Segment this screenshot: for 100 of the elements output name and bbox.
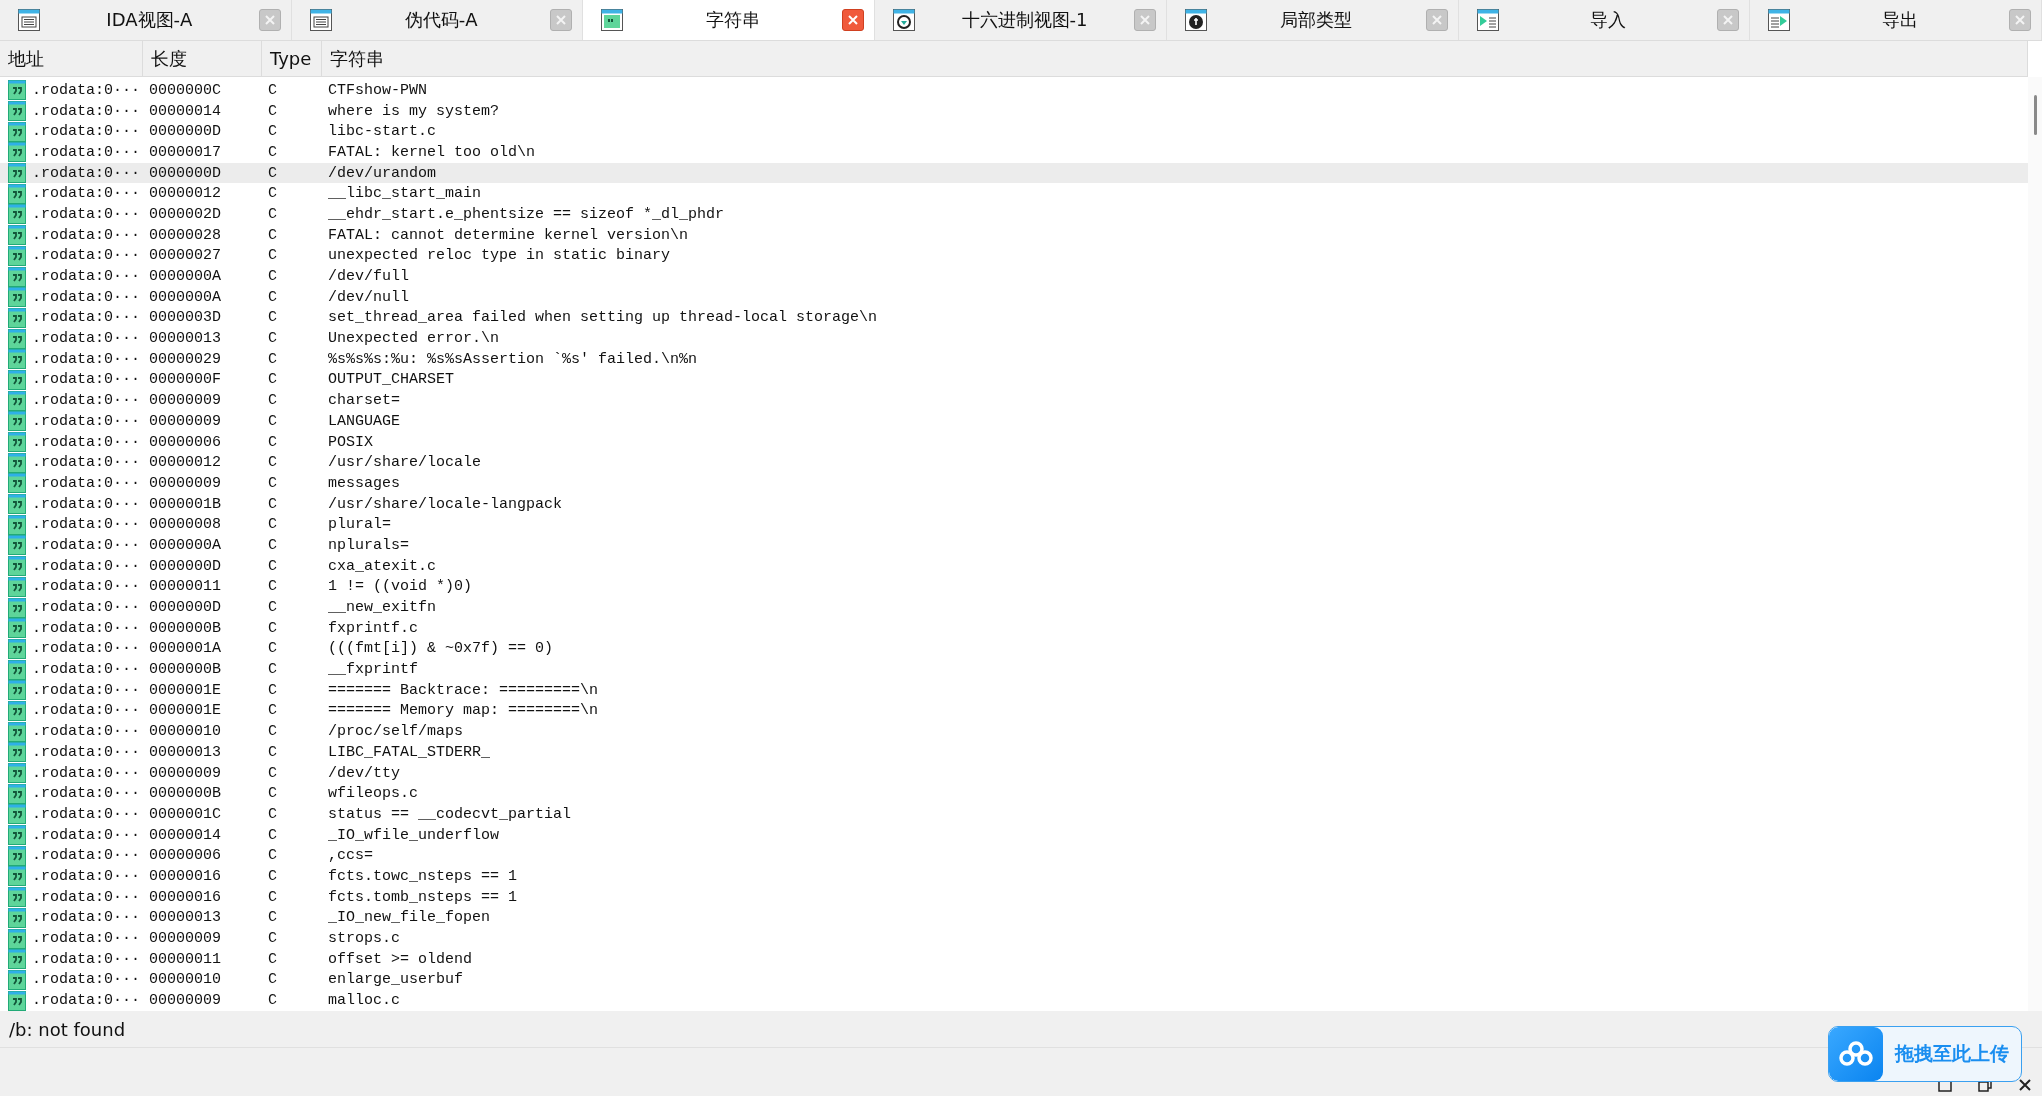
table-cell: .rodata:0··· [32,785,141,803]
quote-icon [8,473,26,494]
table-row[interactable]: .rodata:0··· 0000002D C __ehdr_start.e_phentsize == sizeof *_dl_phdr [0,204,2028,225]
table-cell-text: C [267,309,278,327]
table-cell-text: 00000014 [148,826,222,844]
table-row[interactable]: .rodata:0··· 00000009 C charset= [0,390,2028,411]
column-header[interactable]: 长度 [143,41,262,76]
table-row[interactable]: .rodata:0··· 00000017 C FATAL: kernel too old\n [0,142,2028,163]
table-row[interactable]: .rodata:0··· 0000001B C /usr/share/locale-langpack [0,493,2028,515]
table-row[interactable]: .rodata:0··· 0000000B C fxprintf.c [0,617,2028,639]
table-row[interactable]: .rodata:0··· 00000011 C 1 != ((void *)0) [0,576,2028,598]
table-cell-text: 00000009 [148,412,222,430]
table-row[interactable]: .rodata:0··· 00000010 C enlarge_userbuf [0,969,2028,991]
column-header[interactable]: 字符串 [322,41,2028,76]
table-cell-text: C [267,661,278,679]
table-row[interactable]: .rodata:0··· 00000013 C _IO_new_file_fopen [0,907,2028,929]
table-row[interactable]: .rodata:0··· 00000011 C offset >= oldend [0,948,2028,970]
table-row[interactable]: .rodata:0··· 0000000B C wfileops.c [0,783,2028,805]
table-row[interactable]: .rodata:0··· 00000006 C ,ccs= [0,845,2028,867]
table-cell-text: C [267,599,278,617]
table-cell-text: 0000001B [148,495,222,513]
table-row[interactable]: .rodata:0··· 00000013 C LIBC_FATAL_STDERR_ [0,742,2028,763]
table-row[interactable]: .rodata:0··· 0000000F C OUTPUT_CHARSET [0,369,2028,391]
table-row[interactable]: .rodata:0··· 0000001E C ======= Backtrace: =========\n [0,679,2028,701]
table-row[interactable]: .rodata:0··· 0000000A C /dev/full [0,266,2028,287]
table-row[interactable]: .rodata:0··· 00000013 C Unexpected error.\n [0,328,2028,349]
table-cell-text: unexpected reloc type in static binary [327,247,672,265]
tab[interactable]: 字符串 [583,0,876,40]
table-row[interactable]: .rodata:0··· 00000009 C strops.c [0,928,2028,949]
table-row[interactable]: .rodata:0··· 00000008 C plural= [0,514,2028,536]
table-cell-text: libc-start.c [327,123,438,141]
table-cell-text: 00000017 [148,143,222,161]
table-cell-text: 00000010 [148,723,222,741]
table-row[interactable]: .rodata:0··· 0000000D C /dev/urandom [0,162,2028,184]
table-row[interactable]: .rodata:0··· 00000014 C _IO_wfile_underflow [0,824,2028,846]
table-cell-text: ======= Backtrace: =========\n [327,681,600,699]
table-row[interactable]: .rodata:0··· 00000009 C messages [0,473,2028,494]
upload-label: 拖拽至此上传 [1895,1041,2009,1066]
table-cell-text: __fxprintf [327,661,419,679]
quote-icon [8,742,26,763]
quote-icon [8,866,26,887]
table-cell: .rodata:0··· [32,226,141,244]
column-header[interactable]: 地址 [0,41,143,76]
table-cell: .rodata:0··· [32,454,141,472]
table-cell-text: 00000009 [148,392,222,410]
table-cell-text: charset= [327,392,401,410]
table-row[interactable]: .rodata:0··· 0000000B C __fxprintf [0,659,2028,680]
quote-icon [8,907,26,928]
table-cell: .rodata:0··· [32,599,141,617]
table-row[interactable]: .rodata:0··· 0000000A C /dev/null [0,286,2028,308]
table-row[interactable]: .rodata:0··· 00000009 C /dev/tty [0,762,2028,784]
table-cell-text: 0000000B [148,661,222,679]
table-row[interactable]: .rodata:0··· 00000029 C %s%s%s:%u: %s%sAssertion `%s' failed.\n%n [0,348,2028,370]
table-row[interactable]: .rodata:0··· 00000006 C POSIX [0,431,2028,453]
table-row[interactable]: .rodata:0··· 0000000D C cxa_atexit.c [0,555,2028,577]
table-row[interactable]: .rodata:0··· 00000012 C __libc_start_main [0,183,2028,205]
table-row[interactable]: .rodata:0··· 00000010 C /proc/self/maps [0,721,2028,742]
table-row[interactable]: .rodata:0··· 0000000A C nplurals= [0,535,2028,556]
table-cell-text: C [267,350,278,368]
table-row[interactable]: .rodata:0··· 00000009 C malloc.c [0,990,2028,1011]
table-row[interactable]: .rodata:0··· 0000001E C ======= Memory map: ========\n [0,700,2028,722]
table-cell-text: 00000013 [148,330,222,348]
close-icon[interactable] [2018,1078,2032,1092]
table-row[interactable]: .rodata:0··· 0000000D C __new_exitfn [0,597,2028,618]
table-row[interactable]: .rodata:0··· 0000001A C (((fmt[i]) & ~0x7f) == 0) [0,638,2028,660]
table-cell: .rodata:0··· [32,516,141,534]
table-row[interactable]: .rodata:0··· 00000028 C FATAL: cannot determine kernel version\n [0,224,2028,246]
table-row[interactable]: .rodata:0··· 0000000C C CTFshow-PWN [0,80,2028,101]
table-cell-text: 00000011 [148,950,222,968]
quote-icon [8,990,26,1011]
table-row[interactable]: .rodata:0··· 0000000D C libc-start.c [0,121,2028,143]
table-cell-text: /dev/null [327,288,410,306]
table-cell-text: ,ccs= [327,847,374,865]
table-cell-text: %s%s%s:%u: %s%sAssertion `%s' failed.\n%n [327,350,699,368]
table-cell-text: C [267,516,278,534]
table-cell: .rodata:0··· [32,764,141,782]
table-row[interactable]: .rodata:0··· 0000003D C set_thread_area failed when setting up thread-local storage\n [0,307,2028,329]
table-cell-text: (((fmt[i]) & ~0x7f) == 0) [327,640,555,658]
table-row[interactable]: .rodata:0··· 00000016 C fcts.towc_nsteps == 1 [0,866,2028,887]
table-row[interactable]: .rodata:0··· 00000012 C /usr/share/locale [0,452,2028,474]
table-row[interactable]: .rodata:0··· 00000009 C LANGUAGE [0,411,2028,432]
table-cell-text: __libc_start_main [327,185,483,203]
table-cell-text: C [267,640,278,658]
table-row[interactable]: .rodata:0··· 0000001C C status == __codecvt_partial [0,804,2028,825]
table-row[interactable]: .rodata:0··· 00000014 C where is my system? [0,100,2028,122]
table-cell-text: FATAL: kernel too old\n [327,143,537,161]
table-cell-text: 00000012 [148,454,222,472]
table-cell-text: set_thread_area failed when setting up thread-local storage\n [327,309,879,327]
table-cell-text: 00000008 [148,516,222,534]
table-cell-text: LANGUAGE [327,412,401,430]
table-cell: .rodata:0··· [32,805,141,823]
column-header[interactable]: Type [262,41,322,76]
table-cell: .rodata:0··· [32,412,141,430]
table-cell-text: C [267,495,278,513]
quote-icon [8,763,26,784]
scrollbar[interactable] [2028,77,2042,1011]
table-row[interactable]: .rodata:0··· 00000027 C unexpected reloc type in static binary [0,245,2028,267]
table-cell: .rodata:0··· [32,661,141,679]
table-cell-text: _IO_wfile_underflow [327,826,501,844]
table-row[interactable]: .rodata:0··· 00000016 C fcts.tomb_nsteps == 1 [0,886,2028,908]
